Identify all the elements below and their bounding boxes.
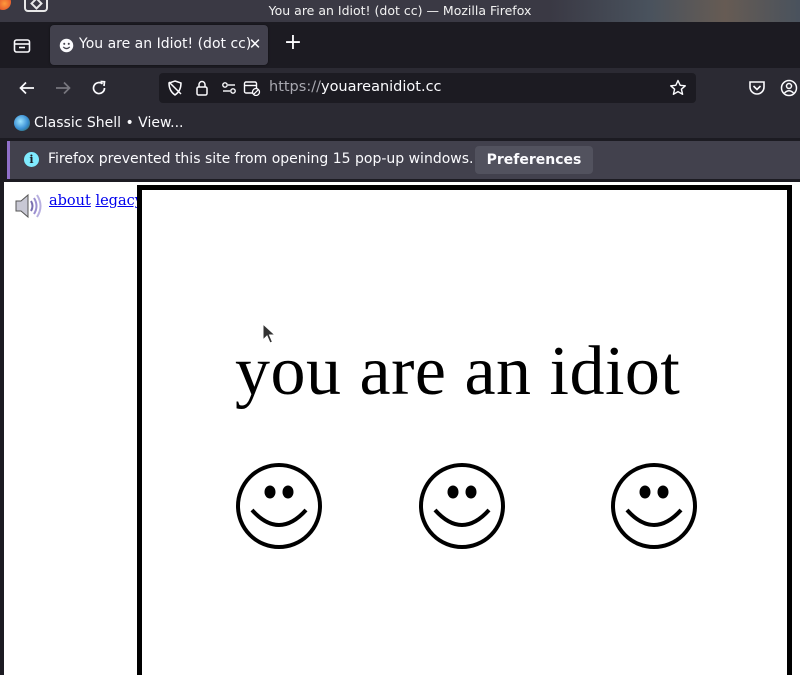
tab-title: You are an Idiot! (dot cc) [79,36,252,52]
url-bar[interactable]: https://youareanidiot.cc [159,73,696,103]
pocket-icon [749,81,765,95]
window-edge [0,182,4,675]
info-icon: i [24,152,39,167]
navigation-toolbar: https://youareanidiot.cc [0,68,800,108]
idiot-popup-window[interactable]: you are an idiot [137,185,792,675]
forward-arrow-icon [56,81,71,95]
smiley-face-icon [611,463,697,549]
pocket-button[interactable] [744,76,770,100]
reload-icon [92,80,106,95]
about-link[interactable]: about [49,193,91,209]
window-title: You are an Idiot! (dot cc) — Mozilla Fir… [268,3,532,18]
tab-strip: You are an Idiot! (dot cc) ✕ + [0,22,800,68]
tab-youareanidiot[interactable]: You are an Idiot! (dot cc) ✕ [50,25,268,65]
popup-headline: you are an idiot [235,333,681,410]
legacy-link[interactable]: legacy [95,193,142,209]
forward-button[interactable] [50,76,76,100]
back-arrow-icon [19,81,34,95]
permissions-icon[interactable] [221,80,239,96]
account-icon [780,79,798,97]
url-text[interactable]: https://youareanidiot.cc [269,79,442,95]
popup-blocked-notification: i Firefox prevented this site from openi… [7,141,800,179]
bookmark-label: Classic Shell • View... [34,115,184,131]
bookmark-classic-shell[interactable]: Classic Shell • View... [14,113,183,133]
window-titlebar: You are an Idiot! (dot cc) — Mozilla Fir… [0,0,800,22]
speaker-icon[interactable] [11,190,43,222]
globe-icon [14,115,30,131]
lock-icon[interactable] [193,80,211,96]
tab-list-icon [13,39,31,53]
page-content: about legacy safe you are an idiot [0,182,800,675]
smiley-favicon-icon [59,38,74,53]
account-button[interactable] [776,76,800,100]
back-button[interactable] [14,76,40,100]
smiley-face-icon [236,463,322,549]
mouse-cursor-icon [262,323,276,344]
preferences-button[interactable]: Preferences [475,146,593,174]
smiley-face-icon [419,463,505,549]
url-scheme: https:// [269,79,321,95]
bookmark-star-icon[interactable] [669,79,687,97]
blocked-popup-icon[interactable] [243,80,261,96]
tab-close-icon[interactable]: ✕ [246,35,264,53]
reload-button[interactable] [86,76,112,100]
url-host: youareanidiot.cc [320,79,442,95]
new-tab-button[interactable]: + [282,32,304,56]
notification-message: Firefox prevented this site from opening… [48,151,474,167]
bookmarks-toolbar: Classic Shell • View... [0,108,800,138]
firefox-view-button[interactable] [8,32,36,60]
tracking-protection-shield-icon[interactable] [166,80,184,96]
